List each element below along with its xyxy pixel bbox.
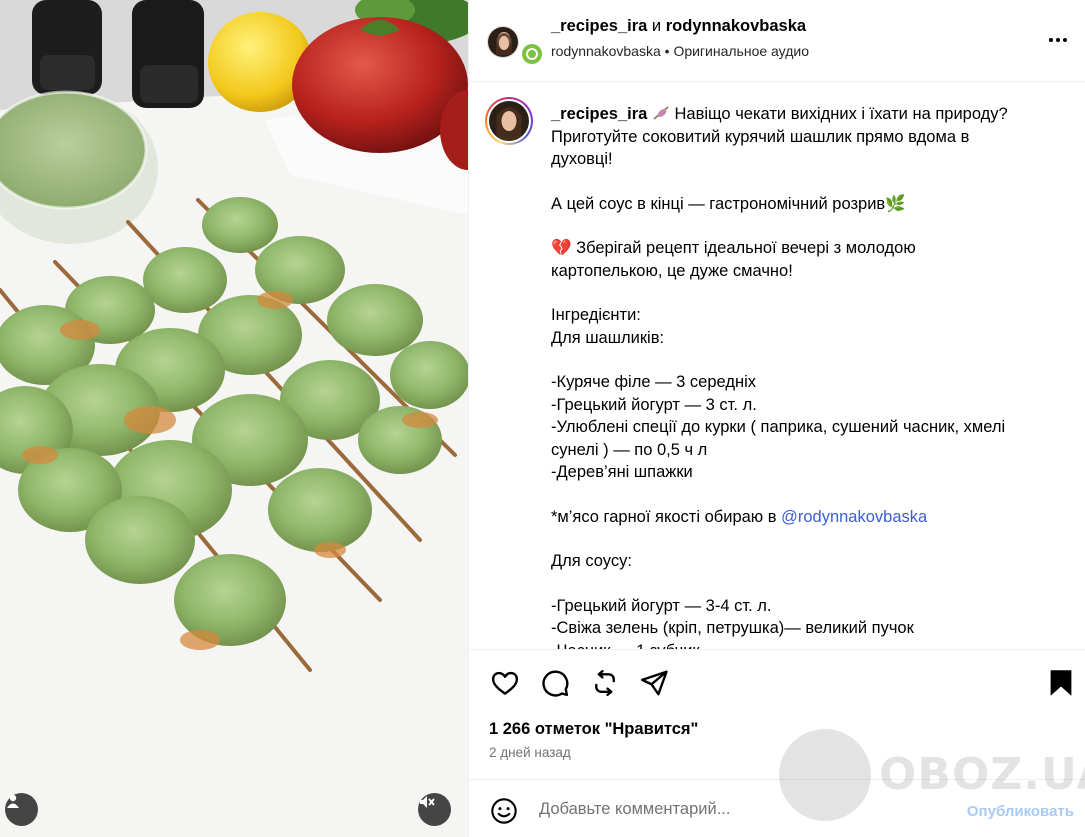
send-icon — [640, 670, 668, 696]
post-media[interactable] — [0, 0, 468, 837]
header-collaborator-link[interactable]: rodynnakovbaska — [666, 17, 806, 35]
caption-author-avatar[interactable] — [485, 97, 533, 145]
mute-button[interactable] — [418, 793, 451, 826]
comment-icon — [542, 670, 569, 697]
heart-icon — [491, 671, 519, 695]
audio-separator: • — [664, 43, 670, 59]
caption-save-line: 💔 Зберігай рецепт ідеальної вечері з мол… — [551, 239, 921, 280]
comment-input[interactable] — [539, 800, 939, 819]
save-button[interactable] — [1044, 666, 1078, 700]
comment-bar: Опубликовать — [469, 779, 1085, 837]
more-horizontal-icon — [1049, 38, 1067, 42]
likes-count[interactable]: 1 266 отметок "Нравится" — [489, 720, 698, 739]
person-icon — [7, 794, 19, 808]
meat-note-text: *м’ясо гарної якості обираю в — [551, 507, 782, 526]
post-date[interactable]: 2 дней назад — [489, 745, 571, 760]
smiley-icon — [491, 798, 517, 824]
audio-info: rodynnakovbaska • Оригинальное аудио — [551, 42, 809, 60]
caption-avatar-image — [489, 101, 529, 141]
emoji-button[interactable] — [489, 796, 519, 826]
caption-meat-note: *м’ясо гарної якості обираю в @rodynnako… — [551, 506, 1031, 529]
header-joiner: и — [651, 17, 662, 35]
audio-owner-link[interactable]: rodynnakovbaska — [551, 43, 661, 59]
repost-icon — [595, 669, 615, 697]
collab-logo-icon — [522, 44, 542, 64]
post-side-panel: _recipes_ira и rodynnakovbaska rodynnako… — [468, 0, 1085, 837]
repost-button[interactable] — [588, 666, 622, 700]
mention-link[interactable]: @rodynnakovbaska — [781, 508, 927, 526]
publish-button[interactable]: Опубликовать — [967, 803, 1074, 820]
caption-text: _recipes_ira Навіщо чекати вихідних і їх… — [551, 103, 1031, 649]
food-photo — [0, 0, 468, 837]
caption-area[interactable]: _recipes_ira Навіщо чекати вихідних і їх… — [469, 83, 1085, 649]
tagged-users-button[interactable] — [5, 793, 38, 826]
caption-sauce-ingredients: -Грецький йогурт — 3-4 ст. л. -Свіжа зел… — [551, 596, 914, 650]
caption-author-link[interactable]: _recipes_ira — [551, 105, 647, 123]
audio-label-link[interactable]: Оригинальное аудио — [673, 43, 809, 59]
post-actions: 1 266 отметок "Нравится" 2 дней назад — [469, 649, 1085, 779]
collab-badge — [520, 42, 544, 66]
caption-skewer-ingredients: -Куряче філе — 3 середніх -Грецький йогу… — [551, 373, 1006, 481]
header-authors: _recipes_ira и rodynnakovbaska — [551, 16, 806, 36]
author-avatar[interactable] — [487, 26, 544, 66]
author-avatar-image — [488, 27, 518, 57]
caption-sauce-header: Для соусу: — [551, 552, 632, 570]
comment-button[interactable] — [538, 666, 572, 700]
header-author-link[interactable]: _recipes_ira — [551, 17, 647, 35]
kebab-emoji-icon — [652, 105, 670, 121]
caption-ingredients-header: Інгредієнти: Для шашликів: — [551, 306, 665, 347]
post-header: _recipes_ira и rodynnakovbaska rodynnako… — [469, 0, 1085, 82]
share-button[interactable] — [637, 666, 671, 700]
bookmark-filled-icon — [1050, 670, 1072, 696]
more-options-button[interactable] — [1046, 28, 1070, 52]
like-button[interactable] — [488, 666, 522, 700]
speaker-muted-icon — [420, 796, 435, 808]
caption-sauce-line: А цей соус в кінці — гастрономічний розр… — [551, 194, 906, 213]
